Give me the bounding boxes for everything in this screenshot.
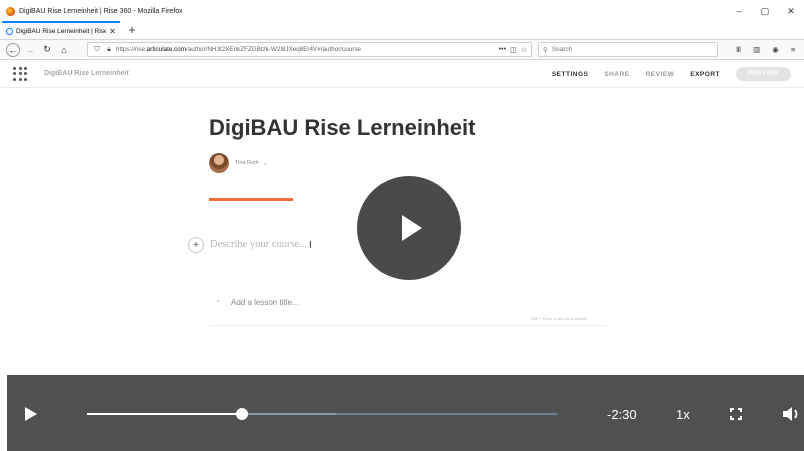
back-arrow-icon[interactable]: ← [6, 42, 20, 57]
search-placeholder: Search [551, 46, 573, 53]
lesson-row: Add a lesson title... Shift + Enter to a… [209, 292, 607, 326]
play-icon [402, 215, 422, 241]
fullscreen-icon[interactable] [730, 408, 742, 420]
search-field[interactable]: ⚲ Search [538, 42, 718, 57]
author-name: Tina Roth [235, 160, 259, 166]
app-grid-menu-icon[interactable] [13, 66, 27, 81]
rise-favicon-icon [6, 27, 13, 35]
pocket-icon[interactable]: ◫ [510, 46, 517, 54]
url-text[interactable]: https://rise.articulate.com/author/NH3t2… [116, 46, 499, 53]
share-menu-item[interactable]: SHARE [604, 71, 629, 78]
progress-track[interactable] [87, 408, 557, 420]
lock-icon[interactable]: 🔒︎ [104, 46, 114, 54]
settings-menu-item[interactable]: SETTINGS [552, 71, 589, 78]
add-block-button[interactable]: + [188, 237, 204, 253]
preview-button[interactable]: PREVIEW [736, 67, 791, 81]
rise-app-header: DigiBAU Rise Lerneinheit SETTINGS SHARE … [0, 60, 804, 88]
maximize-button[interactable]: ▢ [752, 0, 778, 22]
url-actions: ••• ◫ ☆ [499, 46, 527, 54]
review-menu-item[interactable]: REVIEW [646, 71, 675, 78]
window-title: DigiBAU Rise Lerneinheit | Rise 360 - Mo… [19, 7, 183, 15]
author-avatar [209, 153, 229, 173]
tab-close-icon[interactable]: ✕ [109, 27, 116, 36]
time-remaining: -2:30 [607, 407, 637, 422]
export-menu-item[interactable]: EXPORT [690, 71, 720, 78]
tab-strip: DigiBAU Rise Lerneinheit | Rise ✕ + [0, 21, 804, 40]
play-pause-button[interactable] [25, 407, 37, 421]
tab-title: DigiBAU Rise Lerneinheit | Rise [16, 27, 107, 35]
home-icon[interactable]: ⌂ [57, 43, 71, 57]
page-actions-more-icon[interactable]: ••• [499, 46, 506, 54]
reload-icon[interactable]: ↻ [40, 43, 54, 57]
volume-icon[interactable] [782, 406, 802, 422]
progress-scrubber-handle[interactable] [236, 408, 249, 420]
course-title[interactable]: DigiBAU Rise Lerneinheit [209, 115, 475, 141]
progress-played [87, 413, 243, 415]
bookmark-star-icon[interactable]: ☆ [521, 46, 527, 54]
chevron-down-icon[interactable]: ⌄ [263, 160, 268, 167]
playback-speed-button[interactable]: 1x [676, 407, 690, 422]
url-bar[interactable]: ⛉ 🔒︎ https://rise.articulate.com/author/… [87, 42, 532, 57]
account-icon[interactable]: ◉ [772, 45, 779, 54]
browser-tool-icons: Ⅲ ▥ ◉ ≡ [736, 45, 795, 54]
browser-tab-active[interactable]: DigiBAU Rise Lerneinheit | Rise ✕ [2, 21, 120, 39]
firefox-logo-icon [6, 6, 15, 16]
course-description-field[interactable]: Describe your course... [210, 239, 307, 250]
library-icon[interactable]: Ⅲ [736, 45, 741, 54]
lesson-title-field[interactable]: Add a lesson title... [231, 298, 299, 307]
video-control-bar: -2:30 1x [7, 375, 804, 451]
lesson-hint: Shift + Enter to add as a section [530, 316, 587, 321]
title-accent-divider [209, 198, 293, 201]
header-course-name: DigiBAU Rise Lerneinheit [44, 70, 129, 77]
close-window-button[interactable]: ✕ [778, 0, 804, 22]
author-row[interactable]: Tina Roth ⌄ [209, 153, 268, 173]
window-controls: – ▢ ✕ [726, 0, 804, 22]
tracking-shield-icon[interactable]: ⛉ [92, 46, 102, 54]
drag-handle-icon[interactable] [217, 300, 219, 302]
text-cursor-icon: I [309, 240, 312, 251]
big-play-button[interactable] [357, 176, 461, 280]
search-icon: ⚲ [543, 46, 548, 54]
forward-arrow-icon[interactable]: → [23, 43, 37, 57]
sidebar-icon[interactable]: ▥ [753, 45, 760, 54]
navigation-toolbar: ← → ↻ ⌂ ⛉ 🔒︎ https://rise.articulate.com… [0, 40, 804, 60]
minimize-button[interactable]: – [726, 0, 752, 22]
app-menu: SETTINGS SHARE REVIEW EXPORT PREVIEW [552, 60, 804, 88]
window-titlebar: DigiBAU Rise Lerneinheit | Rise 360 - Mo… [0, 0, 804, 22]
menu-hamburger-icon[interactable]: ≡ [791, 45, 795, 54]
new-tab-button[interactable]: + [124, 21, 140, 39]
screen: DigiBAU Rise Lerneinheit | Rise 360 - Mo… [0, 0, 804, 451]
